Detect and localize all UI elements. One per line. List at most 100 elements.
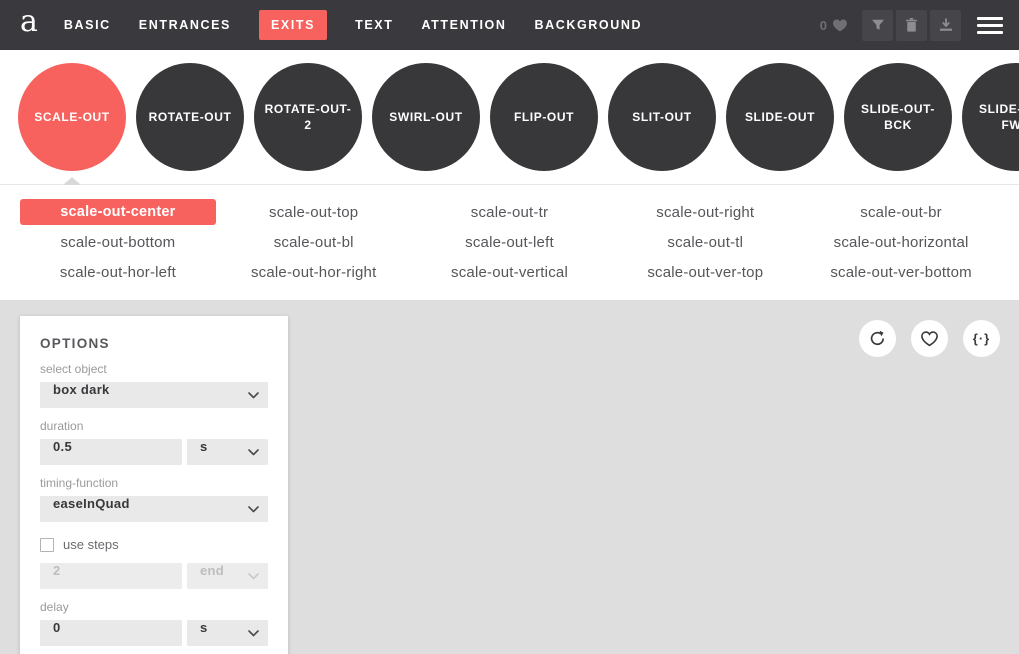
steps-unit-select[interactable]: end — [187, 563, 268, 589]
replay-icon[interactable] — [859, 320, 896, 357]
category-circle-rotate-out-2[interactable]: ROTATE-OUT-2 — [254, 63, 362, 171]
field-label: delay — [40, 600, 268, 614]
variation-scale-out-horizontal[interactable]: scale-out-horizontal — [834, 234, 969, 251]
variation-grid: scale-out-center scale-out-top scale-out-t… — [20, 197, 999, 287]
field-row: easeInQuad — [40, 496, 268, 522]
variation-cell: scale-out-top — [216, 197, 412, 227]
category-circle-scale-out[interactable]: SCALE-OUT — [18, 63, 126, 171]
variation-cell: scale-out-hor-right — [216, 257, 412, 287]
steps-input[interactable]: 2 — [40, 563, 182, 589]
input-value: 0 — [40, 620, 182, 646]
nav-item-text[interactable]: TEXT — [355, 18, 393, 32]
options-panel: OPTIONS select object box dark duration 0.5… — [20, 316, 288, 654]
variation-scale-out-vertical[interactable]: scale-out-vertical — [451, 264, 568, 281]
variation-cell: scale-out-tl — [607, 227, 803, 257]
category-circle-swirl-out[interactable]: SWIRL-OUT — [372, 63, 480, 171]
select-value: box dark — [40, 382, 248, 408]
variation-scale-out-right[interactable]: scale-out-right — [656, 204, 754, 221]
code-icon[interactable]: {·} — [963, 320, 1000, 357]
field-label: duration — [40, 419, 268, 433]
nav-item-basic[interactable]: BASIC — [64, 18, 111, 32]
variation-scale-out-bottom[interactable]: scale-out-bottom — [60, 234, 175, 251]
hamburger-icon[interactable] — [977, 17, 1003, 34]
chevron-down-icon — [248, 630, 268, 637]
checkbox[interactable] — [40, 538, 54, 552]
checkbox-label: use steps — [63, 537, 119, 552]
field-row: 0.5s — [40, 439, 268, 465]
variation-scale-out-bl[interactable]: scale-out-bl — [274, 234, 354, 251]
nav-item-exits[interactable]: EXITS — [259, 10, 327, 40]
code-glyph: {·} — [973, 331, 990, 346]
variation-scale-out-center[interactable]: scale-out-center — [20, 199, 216, 225]
variation-cell: scale-out-left — [412, 227, 608, 257]
select-timing-function[interactable]: easeInQuad — [40, 496, 268, 522]
category-circles: SCALE-OUTROTATE-OUTROTATE-OUT-2SWIRL-OUT… — [0, 50, 1019, 184]
variation-cell: scale-out-ver-top — [607, 257, 803, 287]
chevron-down-icon — [248, 449, 268, 456]
duration-unit-select[interactable]: s — [187, 439, 268, 465]
nav-item-entrances[interactable]: ENTRANCES — [139, 18, 231, 32]
variation-scale-out-tl[interactable]: scale-out-tl — [667, 234, 743, 251]
variation-scale-out-left[interactable]: scale-out-left — [465, 234, 554, 251]
category-circle-slide-out-fwd[interactable]: SLIDE-OUT-FWD — [962, 63, 1019, 171]
variation-scale-out-ver-top[interactable]: scale-out-ver-top — [647, 264, 763, 281]
variation-cell: scale-out-br — [803, 197, 999, 227]
variation-cell: scale-out-tr — [412, 197, 608, 227]
variation-scale-out-br[interactable]: scale-out-br — [860, 204, 942, 221]
input-value: 0.5 — [40, 439, 182, 465]
field-row: 2end — [40, 563, 268, 589]
chevron-down-icon — [248, 392, 268, 399]
header-action-bar — [862, 10, 961, 41]
variation-scale-out-ver-bottom[interactable]: scale-out-ver-bottom — [830, 264, 972, 281]
main-nav: BASIC ENTRANCES EXITS TEXT ATTENTION BACKGROU… — [64, 10, 642, 40]
variation-scale-out-top[interactable]: scale-out-top — [269, 204, 358, 221]
preview-area: OPTIONS select object box dark duration 0.5… — [0, 300, 1019, 654]
category-circle-flip-out[interactable]: FLIP-OUT — [490, 63, 598, 171]
variation-cell: scale-out-horizontal — [803, 227, 999, 257]
variation-scale-out-tr[interactable]: scale-out-tr — [471, 204, 548, 221]
use-steps-checkbox-row[interactable]: use steps — [40, 537, 268, 552]
variation-cell: scale-out-center — [20, 197, 216, 227]
variation-cell: scale-out-bl — [216, 227, 412, 257]
options-title: OPTIONS — [40, 336, 268, 351]
logo[interactable]: a — [20, 7, 38, 37]
input-value: 2 — [40, 563, 182, 589]
field-row: 0s — [40, 620, 268, 646]
options-fields: select objectbox darkduration0.5stiming-… — [40, 362, 268, 654]
favorite-icon[interactable] — [911, 320, 948, 357]
unit-value: s — [187, 620, 248, 646]
chevron-down-icon — [248, 506, 268, 513]
select-value: easeInQuad — [40, 496, 248, 522]
unit-value: end — [187, 563, 248, 589]
category-circle-slit-out[interactable]: SLIT-OUT — [608, 63, 716, 171]
duration-input[interactable]: 0.5 — [40, 439, 182, 465]
top-bar: a BASIC ENTRANCES EXITS TEXT ATTENTION BACKGR… — [0, 0, 1019, 50]
field-label: select object — [40, 362, 268, 376]
topbar-right: 0 — [820, 10, 1003, 41]
filter-icon[interactable] — [862, 10, 893, 41]
category-circle-slide-out-bck[interactable]: SLIDE-OUT-BCK — [844, 63, 952, 171]
field-row: box dark — [40, 382, 268, 408]
variation-list: scale-out-center scale-out-top scale-out-t… — [0, 184, 1019, 300]
field-label: timing-function — [40, 476, 268, 490]
variation-cell: scale-out-ver-bottom — [803, 257, 999, 287]
variation-scale-out-hor-right[interactable]: scale-out-hor-right — [251, 264, 377, 281]
variation-scale-out-hor-left[interactable]: scale-out-hor-left — [60, 264, 176, 281]
unit-value: s — [187, 439, 248, 465]
variation-cell: scale-out-vertical — [412, 257, 608, 287]
nav-item-background[interactable]: BACKGROUND — [534, 18, 642, 32]
active-category-pointer — [63, 177, 81, 185]
variation-cell: scale-out-bottom — [20, 227, 216, 257]
delay-input[interactable]: 0 — [40, 620, 182, 646]
category-circle-slide-out[interactable]: SLIDE-OUT — [726, 63, 834, 171]
category-circle-rotate-out[interactable]: ROTATE-OUT — [136, 63, 244, 171]
delay-unit-select[interactable]: s — [187, 620, 268, 646]
variation-cell: scale-out-hor-left — [20, 257, 216, 287]
trash-icon[interactable] — [896, 10, 927, 41]
select-select-object[interactable]: box dark — [40, 382, 268, 408]
variation-cell: scale-out-right — [607, 197, 803, 227]
download-icon[interactable] — [930, 10, 961, 41]
nav-item-attention[interactable]: ATTENTION — [421, 18, 506, 32]
chevron-down-icon — [248, 573, 268, 580]
heart-icon — [832, 18, 848, 32]
